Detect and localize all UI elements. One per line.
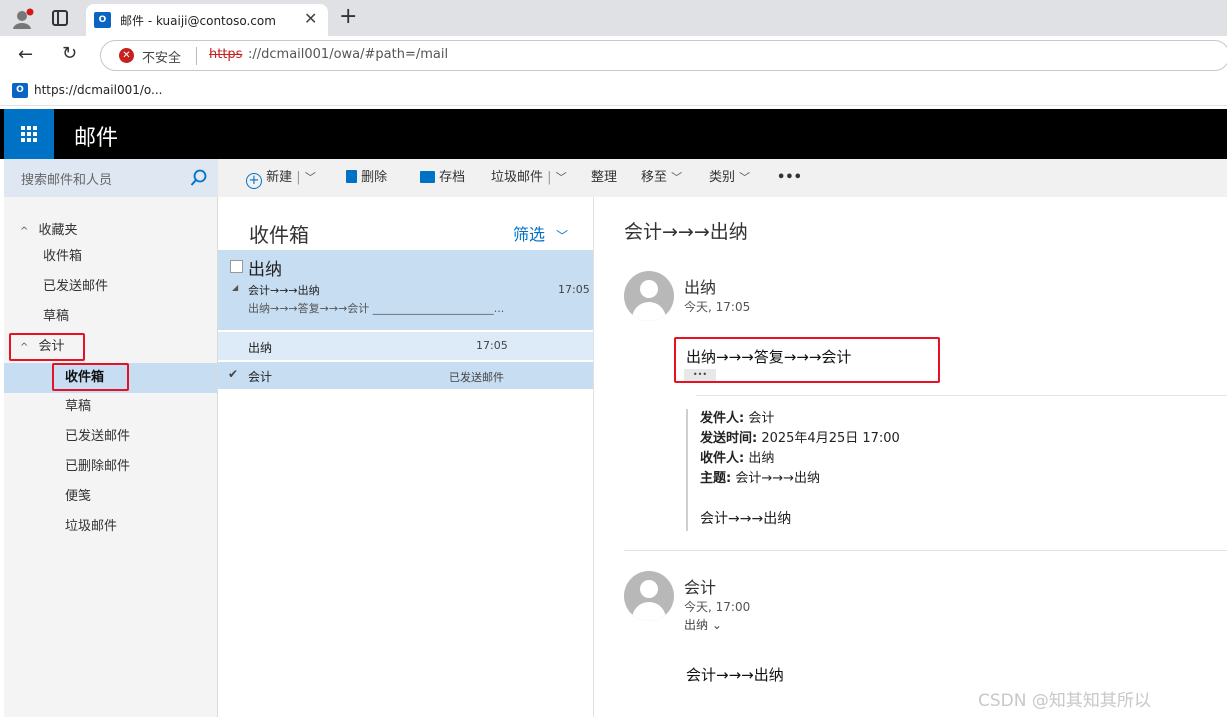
plus-circle-icon: +	[246, 173, 262, 189]
list-item[interactable]: 出纳 17:05	[218, 332, 593, 360]
archive-icon	[420, 171, 435, 183]
reload-icon[interactable]: ↻	[62, 43, 77, 64]
message-sender[interactable]: 会计	[684, 574, 716, 598]
chevron-down-icon: ﹀	[671, 171, 683, 184]
folder-drafts[interactable]: 草稿	[65, 393, 91, 421]
new-button[interactable]: + 新建 | ﹀	[246, 159, 316, 197]
move-to-button[interactable]: 移至 ﹀	[641, 159, 682, 197]
favorites-header[interactable]: ^ 收藏夹	[20, 217, 78, 245]
reading-pane: 会计→→→出纳 出纳 今天, 17:05 出纳→→→答复→→→会计 ••• 发件…	[594, 197, 1227, 717]
search-icon[interactable]	[190, 169, 208, 187]
message-sender[interactable]: 出纳	[684, 274, 716, 298]
address-row: ← ↻ ✕ 不安全 https ://dcmail001/owa/#path=/…	[0, 36, 1227, 76]
message-time: 今天, 17:05	[684, 300, 751, 314]
bookmarks-bar: O https://dcmail001/o...	[0, 76, 1227, 106]
chevron-down-icon[interactable]: ﹀	[305, 171, 316, 184]
conversation-preview: 出纳→→→答复→→→会计 ______________________...	[248, 302, 505, 315]
junk-button[interactable]: 垃圾邮件 | ﹀	[491, 159, 567, 197]
folder-sent[interactable]: 已发送邮件	[65, 423, 130, 451]
watermark: CSDN @知其知其所以	[978, 691, 1151, 711]
avatar	[624, 571, 674, 621]
url-scheme: https	[209, 47, 243, 62]
security-label[interactable]: 不安全	[142, 47, 181, 66]
owa-header: 邮件	[0, 109, 1227, 159]
trash-icon	[346, 170, 357, 183]
conversation-time: 17:05	[558, 283, 590, 296]
new-tab-icon[interactable]: +	[339, 4, 357, 29]
annotation-box-body	[674, 337, 940, 383]
list-item[interactable]: ✔ 会计 已发送邮件	[218, 362, 593, 389]
annotation-box-inbox	[52, 363, 129, 391]
caret-up-icon: ^	[20, 226, 29, 237]
back-icon[interactable]: ←	[18, 44, 33, 65]
browser-tab-strip: O 邮件 - kuaiji@contoso.com ✕ +	[0, 0, 1227, 36]
app-title: 邮件	[74, 126, 119, 151]
tab-actions-icon[interactable]	[52, 10, 68, 26]
check-icon: ✔	[228, 367, 239, 381]
conversation-subject: 会计→→→出纳	[248, 284, 320, 297]
address-bar[interactable]: ✕ 不安全 https ://dcmail001/owa/#path=/mail	[100, 40, 1227, 71]
command-bar: + 新建 | ﹀ 删除 存档 垃圾邮件 | ﹀ 整理 移至 ﹀ 类别 ﹀ •••	[218, 159, 1227, 197]
annotation-box-account	[9, 333, 85, 361]
tab-title: 邮件 - kuaiji@contoso.com	[120, 14, 276, 28]
message-list: 收件箱 筛选 ﹀ 出纳 ◢ 会计→→→出纳 17:05 出纳→→→答复→→→会计…	[218, 197, 594, 717]
fav-drafts[interactable]: 草稿	[43, 303, 69, 331]
recipient-toggle[interactable]: 出纳 ⌄	[684, 616, 722, 633]
url-path: ://dcmail001/owa/#path=/mail	[248, 47, 449, 62]
thread-subject: 会计→→→出纳	[624, 221, 748, 243]
waffle-icon	[21, 126, 37, 142]
filter-button[interactable]: 筛选 ﹀	[513, 221, 568, 245]
bookmark-item[interactable]: https://dcmail001/o...	[34, 83, 162, 97]
folder-pane: ^ 收藏夹 收件箱 已发送邮件 草稿 ^ 会计 收件箱 草稿 已发送邮件 已删除…	[4, 197, 218, 717]
chevron-down-icon: ﹀	[739, 171, 751, 184]
search-input[interactable]: 搜索邮件和人员	[21, 169, 112, 188]
expand-triangle-icon[interactable]: ◢	[232, 283, 238, 292]
close-tab-icon[interactable]: ✕	[304, 9, 317, 28]
fav-sent[interactable]: 已发送邮件	[43, 273, 108, 301]
bookmark-outlook-icon: O	[12, 83, 28, 98]
folder-junk[interactable]: 垃圾邮件	[65, 513, 117, 541]
app-launcher-button[interactable]	[4, 109, 54, 159]
category-button[interactable]: 类别 ﹀	[709, 159, 750, 197]
insecure-icon: ✕	[119, 48, 134, 63]
quoted-block: 发件人: 会计 发送时间: 2025年4月25日 17:00 收件人: 出纳 主…	[686, 409, 1086, 531]
browser-tab-owa[interactable]: O 邮件 - kuaiji@contoso.com ✕	[86, 4, 328, 36]
list-header: 收件箱	[249, 223, 309, 247]
conversation-sender: 出纳	[248, 260, 282, 280]
outlook-icon: O	[94, 12, 111, 28]
search-box[interactable]: 搜索邮件和人员	[4, 159, 218, 197]
sweep-button[interactable]: 整理	[591, 159, 617, 197]
archive-button[interactable]: 存档	[420, 159, 465, 197]
chevron-down-icon: ﹀	[556, 229, 569, 243]
delete-button[interactable]: 删除	[346, 159, 387, 197]
message-time: 今天, 17:00	[684, 600, 751, 614]
message-body: 会计→→→出纳	[686, 666, 784, 684]
more-actions-button[interactable]: •••	[777, 159, 802, 197]
conversation-item[interactable]: 出纳 ◢ 会计→→→出纳 17:05 出纳→→→答复→→→会计 ________…	[218, 250, 593, 330]
select-checkbox[interactable]	[230, 260, 243, 273]
quoted-body: 会计→→→出纳	[700, 511, 792, 527]
folder-deleted[interactable]: 已删除邮件	[65, 453, 130, 481]
profile-icon[interactable]	[12, 8, 34, 30]
fav-inbox[interactable]: 收件箱	[43, 243, 82, 271]
folder-notes[interactable]: 便笺	[65, 483, 91, 511]
avatar	[624, 271, 674, 321]
chevron-down-icon[interactable]: ﹀	[556, 171, 567, 184]
